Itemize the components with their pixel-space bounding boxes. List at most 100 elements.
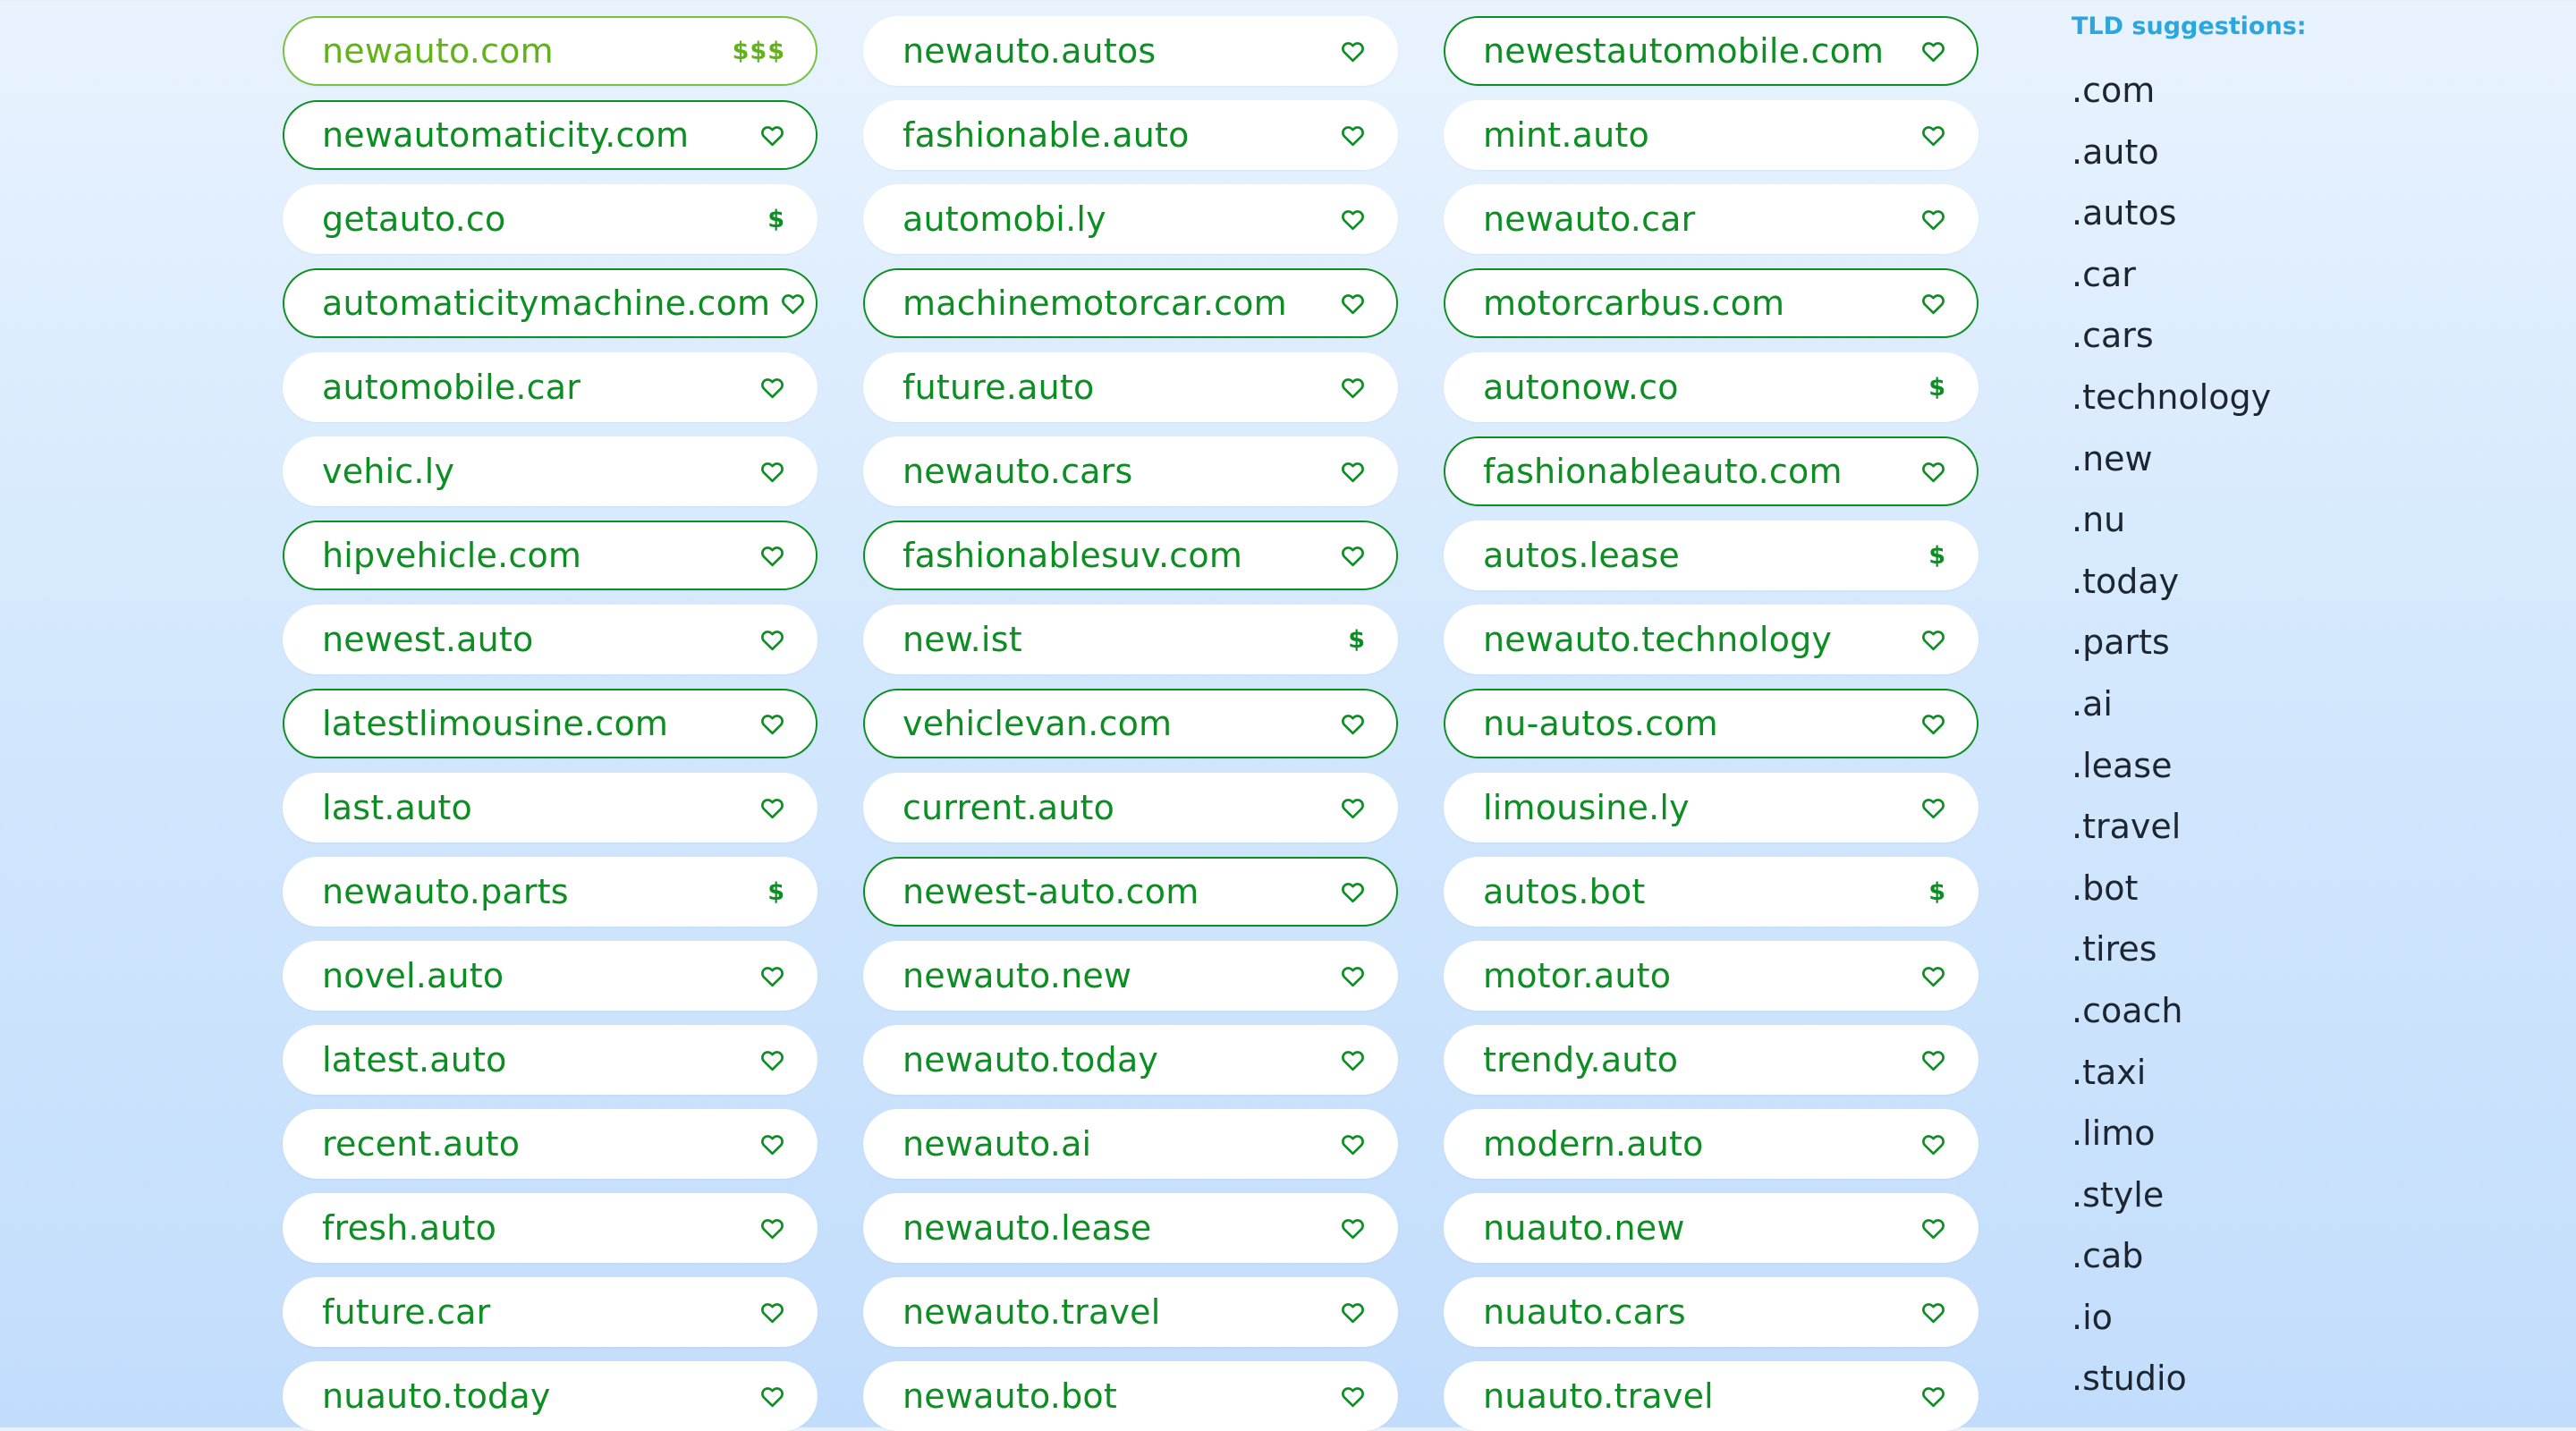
- domain-result-item[interactable]: newauto.autos: [863, 16, 1398, 86]
- tld-suggestion-item[interactable]: .bot: [2072, 858, 2307, 919]
- domain-result-item[interactable]: vehic.ly: [283, 436, 818, 506]
- heart-icon[interactable]: [1911, 291, 1946, 317]
- domain-result-item[interactable]: newauto.cars: [863, 436, 1398, 506]
- domain-result-item[interactable]: newauto.car: [1444, 184, 1979, 254]
- heart-icon[interactable]: [1911, 1384, 1946, 1410]
- heart-icon[interactable]: [1911, 1215, 1946, 1241]
- domain-result-item[interactable]: machinemotorcar.com: [863, 268, 1398, 338]
- tld-suggestion-item[interactable]: .nu: [2072, 489, 2307, 551]
- heart-icon[interactable]: [1330, 123, 1366, 148]
- heart-icon[interactable]: [1911, 627, 1946, 653]
- domain-result-item[interactable]: newauto.travel: [863, 1277, 1398, 1347]
- heart-icon[interactable]: [1330, 38, 1366, 64]
- domain-result-item[interactable]: newauto.today: [863, 1025, 1398, 1095]
- heart-icon[interactable]: [770, 291, 806, 317]
- heart-icon[interactable]: [1911, 963, 1946, 989]
- heart-icon[interactable]: [1330, 291, 1366, 317]
- tld-suggestion-item[interactable]: .lease: [2072, 735, 2307, 797]
- heart-icon[interactable]: [750, 1047, 785, 1073]
- domain-result-item[interactable]: latestlimousine.com: [283, 689, 818, 758]
- heart-icon[interactable]: [1330, 375, 1366, 401]
- heart-icon[interactable]: [1911, 795, 1946, 821]
- domain-result-item[interactable]: newest-auto.com: [863, 857, 1398, 927]
- domain-result-item[interactable]: automobi.ly: [863, 184, 1398, 254]
- heart-icon[interactable]: [750, 1215, 785, 1241]
- domain-result-item[interactable]: automaticitymachine.com: [283, 268, 818, 338]
- heart-icon[interactable]: [1330, 879, 1366, 905]
- heart-icon[interactable]: [750, 543, 785, 569]
- heart-icon[interactable]: [750, 627, 785, 653]
- tld-suggestion-item[interactable]: .taxi: [2072, 1042, 2307, 1104]
- tld-suggestion-item[interactable]: .new: [2072, 428, 2307, 490]
- tld-suggestion-item[interactable]: .tires: [2072, 919, 2307, 980]
- domain-result-item[interactable]: fashionablesuv.com: [863, 521, 1398, 590]
- heart-icon[interactable]: [750, 375, 785, 401]
- heart-icon[interactable]: [1330, 459, 1366, 485]
- domain-result-item[interactable]: nuauto.new: [1444, 1193, 1979, 1263]
- domain-result-item[interactable]: newestautomobile.com: [1444, 16, 1979, 86]
- domain-result-item[interactable]: newauto.ai: [863, 1109, 1398, 1179]
- domain-result-item[interactable]: newauto.technology: [1444, 605, 1979, 674]
- domain-result-item[interactable]: autos.bot $: [1444, 857, 1979, 927]
- domain-result-item[interactable]: future.car: [283, 1277, 818, 1347]
- domain-result-item[interactable]: latest.auto: [283, 1025, 818, 1095]
- heart-icon[interactable]: [1911, 711, 1946, 737]
- domain-result-item[interactable]: newauto.com $$$: [283, 16, 818, 86]
- domain-result-item[interactable]: getauto.co $: [283, 184, 818, 254]
- tld-suggestion-item[interactable]: .coach: [2072, 980, 2307, 1042]
- tld-suggestion-item[interactable]: .ai: [2072, 673, 2307, 735]
- domain-result-item[interactable]: newauto.lease: [863, 1193, 1398, 1263]
- heart-icon[interactable]: [1330, 1131, 1366, 1157]
- tld-suggestion-item[interactable]: .parts: [2072, 612, 2307, 673]
- heart-icon[interactable]: [1330, 1384, 1366, 1410]
- domain-result-item[interactable]: newauto.bot: [863, 1361, 1398, 1431]
- tld-suggestion-item[interactable]: .style: [2072, 1164, 2307, 1226]
- domain-result-item[interactable]: fresh.auto: [283, 1193, 818, 1263]
- domain-result-item[interactable]: autonow.co $: [1444, 352, 1979, 422]
- heart-icon[interactable]: [1330, 543, 1366, 569]
- heart-icon[interactable]: [1330, 795, 1366, 821]
- tld-suggestion-item[interactable]: .studio: [2072, 1348, 2307, 1410]
- heart-icon[interactable]: [1330, 1300, 1366, 1325]
- heart-icon[interactable]: [750, 459, 785, 485]
- domain-result-item[interactable]: newauto.new: [863, 941, 1398, 1011]
- domain-result-item[interactable]: limousine.ly: [1444, 773, 1979, 843]
- tld-suggestion-item[interactable]: .auto: [2072, 122, 2307, 183]
- domain-result-item[interactable]: nu-autos.com: [1444, 689, 1979, 758]
- heart-icon[interactable]: [1911, 1131, 1946, 1157]
- domain-result-item[interactable]: new.ist $: [863, 605, 1398, 674]
- domain-result-item[interactable]: recent.auto: [283, 1109, 818, 1179]
- heart-icon[interactable]: [1911, 38, 1946, 64]
- heart-icon[interactable]: [1911, 459, 1946, 485]
- domain-result-item[interactable]: mint.auto: [1444, 100, 1979, 170]
- heart-icon[interactable]: [750, 1300, 785, 1325]
- tld-suggestion-item[interactable]: .car: [2072, 244, 2307, 306]
- domain-result-item[interactable]: newest.auto: [283, 605, 818, 674]
- domain-result-item[interactable]: newauto.parts $: [283, 857, 818, 927]
- domain-result-item[interactable]: fashionableauto.com: [1444, 436, 1979, 506]
- tld-suggestion-item[interactable]: .today: [2072, 551, 2307, 613]
- heart-icon[interactable]: [750, 795, 785, 821]
- domain-result-item[interactable]: modern.auto: [1444, 1109, 1979, 1179]
- heart-icon[interactable]: [1330, 711, 1366, 737]
- heart-icon[interactable]: [1911, 1300, 1946, 1325]
- domain-result-item[interactable]: motorcarbus.com: [1444, 268, 1979, 338]
- heart-icon[interactable]: [750, 1384, 785, 1410]
- heart-icon[interactable]: [1911, 207, 1946, 233]
- domain-result-item[interactable]: nuauto.today: [283, 1361, 818, 1431]
- heart-icon[interactable]: [1330, 963, 1366, 989]
- domain-result-item[interactable]: vehiclevan.com: [863, 689, 1398, 758]
- heart-icon[interactable]: [1911, 123, 1946, 148]
- domain-result-item[interactable]: motor.auto: [1444, 941, 1979, 1011]
- domain-result-item[interactable]: current.auto: [863, 773, 1398, 843]
- heart-icon[interactable]: [750, 711, 785, 737]
- heart-icon[interactable]: [750, 123, 785, 148]
- tld-suggestion-item[interactable]: .cab: [2072, 1225, 2307, 1287]
- domain-result-item[interactable]: automobile.car: [283, 352, 818, 422]
- tld-suggestion-item[interactable]: .travel: [2072, 796, 2307, 858]
- tld-suggestion-item[interactable]: .autos: [2072, 182, 2307, 244]
- domain-result-item[interactable]: future.auto: [863, 352, 1398, 422]
- domain-result-item[interactable]: nuauto.cars: [1444, 1277, 1979, 1347]
- tld-suggestion-item[interactable]: .io: [2072, 1287, 2307, 1349]
- heart-icon[interactable]: [1330, 1215, 1366, 1241]
